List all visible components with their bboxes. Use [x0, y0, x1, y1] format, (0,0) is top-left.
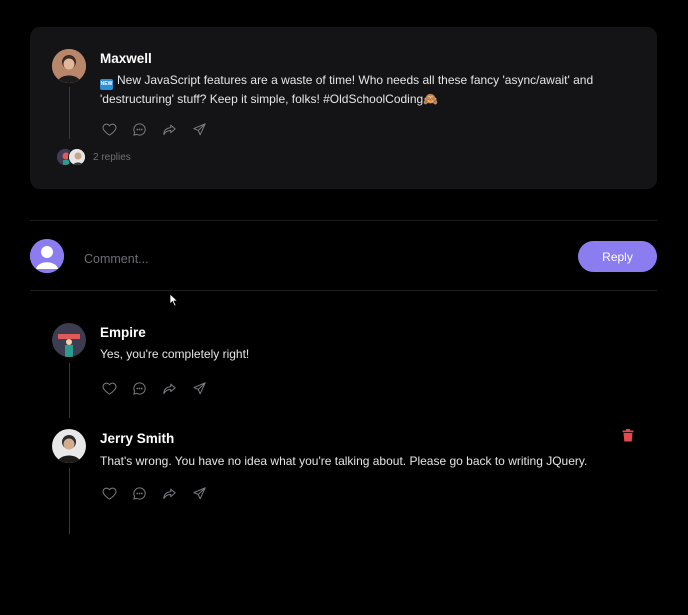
- comment-author-empire[interactable]: Empire: [100, 325, 146, 340]
- mouse-cursor-icon: [169, 293, 179, 307]
- comment-actions-empire: [101, 380, 207, 396]
- comment-button[interactable]: [131, 485, 147, 501]
- comment-icon: [132, 486, 146, 500]
- jerry-avatar[interactable]: [52, 429, 86, 463]
- user-avatar: [30, 239, 64, 273]
- post-actions: [101, 121, 207, 137]
- trash-icon[interactable]: [622, 429, 634, 442]
- replies-summary[interactable]: 2 replies: [56, 148, 131, 166]
- post-card: Maxwell NEW New JavaScript features are a…: [30, 27, 657, 189]
- comment-actions-jerry: [101, 485, 207, 501]
- share-button[interactable]: [161, 121, 177, 137]
- share-icon: [162, 124, 176, 135]
- thread-line-jerry: [69, 468, 70, 534]
- comment-icon: [132, 122, 146, 136]
- divider-bottom: [30, 290, 657, 291]
- heart-icon: [102, 487, 116, 500]
- like-button[interactable]: [101, 121, 117, 137]
- new-badge: NEW: [100, 79, 113, 90]
- comment-text-jerry: That's wrong. You have no idea what you'…: [100, 454, 588, 468]
- send-icon: [192, 381, 206, 394]
- heart-icon: [102, 382, 116, 395]
- send-button[interactable]: [191, 485, 207, 501]
- comment-icon: [132, 381, 146, 395]
- maxwell-avatar[interactable]: [52, 49, 86, 83]
- comment-text-empire: Yes, you're completely right!: [100, 347, 250, 361]
- like-button[interactable]: [101, 380, 117, 396]
- send-button[interactable]: [191, 380, 207, 396]
- reply-avatar-2: [68, 148, 86, 166]
- share-icon: [162, 488, 176, 499]
- comment-input[interactable]: [84, 249, 504, 269]
- post-text-line1: New JavaScript features are a waste of t…: [117, 73, 594, 87]
- send-button[interactable]: [191, 121, 207, 137]
- like-button[interactable]: [101, 485, 117, 501]
- emoji: 🙈: [423, 92, 439, 106]
- user-icon: [30, 239, 64, 273]
- thread-line: [69, 87, 70, 139]
- share-icon: [162, 383, 176, 394]
- reply-button[interactable]: Reply: [578, 241, 657, 272]
- thread-line-empire: [69, 363, 70, 418]
- send-icon: [192, 486, 206, 499]
- divider-top: [30, 220, 657, 221]
- share-button[interactable]: [161, 485, 177, 501]
- post-author[interactable]: Maxwell: [100, 51, 152, 66]
- post-text-line2: 'destructuring' stuff? Keep it simple, f…: [100, 92, 424, 106]
- comment-button[interactable]: [131, 121, 147, 137]
- send-icon: [192, 122, 206, 135]
- share-button[interactable]: [161, 380, 177, 396]
- post-text: NEW New JavaScript features are a waste o…: [100, 71, 640, 108]
- empire-avatar[interactable]: [52, 323, 86, 357]
- comment-author-jerry[interactable]: Jerry Smith: [100, 431, 174, 446]
- comment-button[interactable]: [131, 380, 147, 396]
- heart-icon: [102, 123, 116, 136]
- replies-label: 2 replies: [93, 151, 131, 163]
